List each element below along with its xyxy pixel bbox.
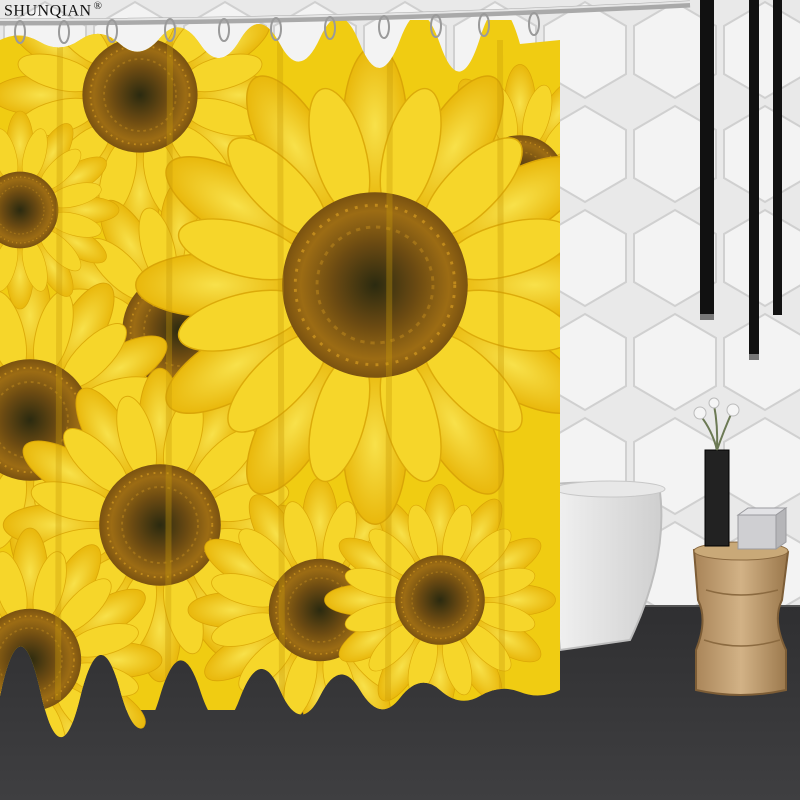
small-gray-box (736, 507, 788, 550)
registered-mark: ® (93, 0, 103, 12)
brand-watermark: SHUNQIAN ® (4, 0, 102, 20)
wooden-side-table (692, 541, 790, 696)
brand-name: SHUNQIAN (4, 2, 92, 20)
bathroom-scene: SHUNQIAN ® (0, 0, 800, 800)
scene-illustration (0, 0, 800, 800)
